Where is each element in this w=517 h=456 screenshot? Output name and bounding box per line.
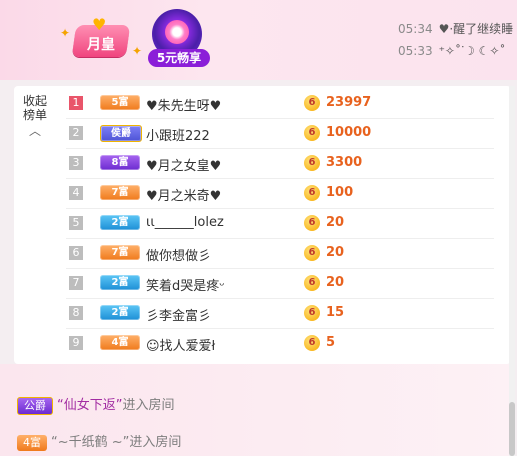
noble-badge: 公爵 [17, 396, 53, 415]
entry-nickname[interactable]: “仙女下返” [57, 398, 122, 413]
coin-icon: 6 [304, 155, 320, 171]
coin-icon: 6 [304, 95, 320, 111]
chevron-up-icon: ︿ [28, 124, 41, 138]
chat-message: 05:33 ⁺✧˚ᐝ☽ ☾✧˚ [398, 44, 506, 58]
contribution-amount: 20 [326, 245, 345, 260]
ranking-row[interactable]: 6 7富 做你想做彡 6 20 [66, 238, 494, 269]
five-yuan-badge[interactable]: 5元畅享 [148, 9, 210, 69]
coin-icon: 6 [304, 125, 320, 141]
ranking-row[interactable]: 9 4富 ☺找人爱爱ł 6 5 [66, 328, 494, 358]
scrollbar-track[interactable] [509, 86, 515, 456]
user-name[interactable]: ιι______lolez [146, 215, 224, 230]
coin-icon: 6 [304, 185, 320, 201]
wealth-level-badge: 2富 [100, 275, 140, 290]
coin-icon: 6 [304, 245, 320, 261]
chat-message: 05:34 ♥·醒了继续睡 [398, 22, 514, 36]
contribution-amount: 5 [326, 335, 336, 350]
coin-icon: 6 [304, 215, 320, 231]
user-name[interactable]: 彡李金富彡 [146, 305, 211, 324]
contribution-amount: 15 [326, 305, 345, 320]
rank-number: 1 [69, 96, 83, 110]
contribution-amount: 3300 [326, 155, 363, 170]
wealth-level-badge: 4富 [100, 335, 140, 350]
contribution-amount: 20 [326, 215, 345, 230]
user-name[interactable]: 小跟班222 [146, 125, 210, 144]
ranking-row[interactable]: 8 2富 彡李金富彡 6 15 [66, 298, 494, 329]
rank-number: 3 [69, 156, 83, 170]
user-name[interactable]: ♥朱先生呀♥ [146, 95, 221, 114]
user-name[interactable]: ☺找人爱爱ł [146, 335, 215, 354]
entry-nickname[interactable]: “~千纸鹤 ~” [51, 435, 129, 450]
user-name[interactable]: ♥月之米奇♥ [146, 185, 221, 204]
contribution-ranking-panel: 收起榜单 ︿ 1 5富 ♥朱先生呀♥ 6 23997 2 侯爵 小跟班222 6… [14, 86, 511, 364]
moon-emperor-badge[interactable]: ♥ 月皇 [70, 17, 132, 61]
ranking-row[interactable]: 4 7富 ♥月之米奇♥ 6 100 [66, 178, 494, 209]
coin-icon: 6 [304, 335, 320, 351]
rank-number: 7 [69, 276, 83, 290]
scrollbar-thumb[interactable] [509, 402, 515, 456]
rank-number: 5 [69, 216, 83, 230]
contribution-amount: 20 [326, 275, 345, 290]
ranking-row[interactable]: 5 2富 ιι______lolez 6 20 [66, 208, 494, 239]
rank-number: 6 [69, 246, 83, 260]
contribution-amount: 23997 [326, 95, 372, 110]
entry-feed-item: 4富 “~千纸鹤 ~”进入房间 [17, 431, 181, 451]
ranking-row[interactable]: 3 8富 ♥月之女皇♥ 6 3300 [66, 148, 494, 179]
sparkle-icon: ✦ [60, 26, 71, 40]
ranking-row[interactable]: 2 侯爵 小跟班222 6 10000 [66, 118, 494, 149]
user-name[interactable]: ♥月之女皇♥ [146, 155, 221, 174]
heart-icon: ♥ [92, 15, 107, 34]
coin-icon: 6 [304, 305, 320, 321]
rank-number: 2 [69, 126, 83, 140]
wealth-level-badge: 7富 [100, 245, 140, 260]
rank-number: 4 [69, 186, 83, 200]
wealth-level-badge: 8富 [100, 155, 140, 170]
chat-preview: 05:34 ♥·醒了继续睡 05:33 ⁺✧˚ᐝ☽ ☾✧˚ [398, 18, 513, 62]
wealth-level-badge: 2富 [100, 215, 140, 230]
ranking-row[interactable]: 1 5富 ♥朱先生呀♥ 6 23997 [66, 88, 494, 119]
sparkle-icon: ✦ [132, 44, 143, 58]
coin-icon: 6 [304, 275, 320, 291]
contribution-amount: 10000 [326, 125, 372, 140]
contribution-amount: 100 [326, 185, 354, 200]
wealth-level-badge: 5富 [100, 95, 140, 110]
wealth-level-badge: 2富 [100, 305, 140, 320]
noble-badge: 侯爵 [100, 125, 142, 142]
rank-number: 9 [69, 336, 83, 350]
rank-number: 8 [69, 306, 83, 320]
wealth-level-badge: 4富 [17, 434, 47, 451]
user-name[interactable]: 笑着d哭是疼ᵕ [146, 275, 225, 294]
user-name[interactable]: 做你想做彡 [146, 245, 211, 264]
ranking-row[interactable]: 7 2富 笑着d哭是疼ᵕ 6 20 [66, 268, 494, 299]
wealth-level-badge: 7富 [100, 185, 140, 200]
collapse-ranking-button[interactable]: 收起榜单 ︿ [20, 94, 50, 138]
entry-feed-item: 公爵 “仙女下返”进入房间 [17, 394, 175, 415]
